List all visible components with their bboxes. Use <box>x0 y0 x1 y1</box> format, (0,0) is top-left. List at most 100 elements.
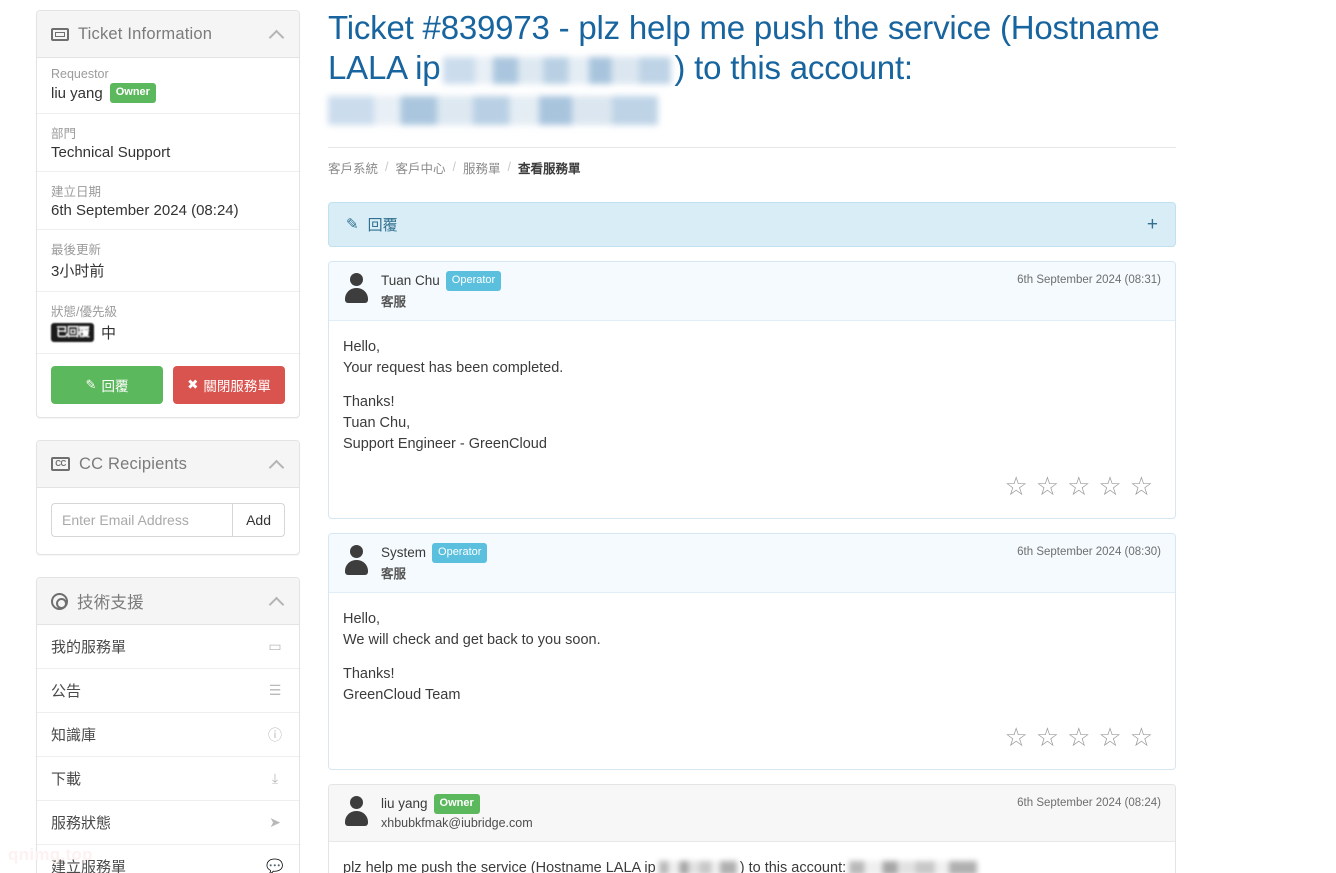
chevron-up-icon[interactable] <box>270 27 285 42</box>
star-icon[interactable]: ☆ <box>1067 471 1098 501</box>
cc-input-group: Add <box>51 503 285 537</box>
cc-recipients-body: Add <box>37 488 299 554</box>
chevron-up-icon[interactable] <box>270 594 285 609</box>
info-value: 3小时前 <box>51 263 105 280</box>
star-icon[interactable]: ☆ <box>1036 471 1067 501</box>
pencil-icon: ✎ <box>85 377 97 392</box>
info-row-department: 部門 Technical Support <box>37 114 299 172</box>
menu-label: 下載 <box>51 771 82 788</box>
reply-button[interactable]: ✎ 回覆 <box>51 366 163 404</box>
requestor-name: liu yang <box>51 84 103 102</box>
page-title-part2: ) to this account: <box>674 49 913 87</box>
pencil-icon: ✎ <box>346 216 359 234</box>
reply-bar-label-group: ✎ 回覆 <box>346 214 1147 235</box>
download-icon: ⤓ <box>271 770 279 786</box>
message-paragraph: Hello, Your request has been completed. <box>343 338 564 376</box>
info-label: 建立日期 <box>51 185 102 199</box>
info-row-status-priority: 狀態/優先級 已回覆 中 <box>37 292 299 354</box>
menu-label: 我的服務單 <box>51 639 127 656</box>
reply-collapse-bar[interactable]: ✎ 回覆 + <box>328 201 1176 247</box>
info-value: liu yang Owner <box>51 83 285 103</box>
star-icon[interactable]: ☆ <box>1004 722 1035 752</box>
star-icon[interactable]: ☆ <box>1004 471 1035 501</box>
message-paragraph: Thanks! GreenCloud Team <box>343 665 461 703</box>
expand-plus-icon[interactable]: + <box>1147 215 1158 234</box>
info-row-last-updated: 最後更新 3小时前 <box>37 230 299 292</box>
cc-recipients-header[interactable]: CC CC Recipients <box>37 441 299 488</box>
avatar <box>343 272 370 303</box>
sidebar-item-network-status[interactable]: 服務狀態 ➤ <box>37 801 299 845</box>
page-title: Ticket #839973 - plz help me push the se… <box>328 8 1176 129</box>
message-date: 6th September 2024 (08:30) <box>1017 545 1161 558</box>
close-ticket-label: 關閉服務單 <box>203 379 271 394</box>
breadcrumb-item-view-ticket: 查看服務單 <box>518 161 581 176</box>
message-header: Tuan Chu Operator 客服 6th September 2024 … <box>329 261 1175 321</box>
message-date: 6th September 2024 (08:31) <box>1017 273 1161 286</box>
message-paragraph: plz help me push the service (Hostname L… <box>343 858 1161 873</box>
page-root: Ticket Information Requestor liu yang Ow… <box>0 0 1336 873</box>
star-icon[interactable]: ☆ <box>1098 471 1129 501</box>
watermark: qnimg.top <box>8 845 93 864</box>
ticket-action-buttons: ✎ 回覆 ✖ 關閉服務單 <box>37 354 299 417</box>
technical-support-title: 技術支援 <box>77 594 144 612</box>
main-content: Ticket #839973 - plz help me push the se… <box>328 8 1176 873</box>
redacted-account <box>849 861 978 873</box>
cc-icon: CC <box>51 457 70 471</box>
cc-recipients-panel: CC CC Recipients Add <box>36 440 300 555</box>
star-icon[interactable]: ☆ <box>1130 471 1161 501</box>
message-author-role: 客服 <box>381 566 407 581</box>
breadcrumb: 客戶系統 / 客戶中心 / 服務單 / 查看服務單 <box>328 158 1176 177</box>
sidebar-item-downloads[interactable]: 下載 ⤓ <box>37 757 299 801</box>
ticket-icon <box>51 27 69 41</box>
message-author-name: liu yang <box>381 796 428 812</box>
breadcrumb-item-customer-system[interactable]: 客戶系統 <box>328 158 378 177</box>
avatar <box>343 544 370 575</box>
breadcrumb-wrap: 客戶系統 / 客戶中心 / 服務單 / 查看服務單 <box>328 146 1176 177</box>
breadcrumb-item-tickets[interactable]: 服務單 <box>463 158 501 177</box>
info-circle-icon: ⓘ <box>268 726 282 743</box>
message-card: Tuan Chu Operator 客服 6th September 2024 … <box>328 260 1176 519</box>
menu-label: 服務狀態 <box>51 815 112 832</box>
ticket-information-panel: Ticket Information Requestor liu yang Ow… <box>36 10 300 418</box>
info-value: 已回覆 中 <box>51 322 285 343</box>
star-icon[interactable]: ☆ <box>1130 722 1161 752</box>
cc-add-button[interactable]: Add <box>232 503 285 537</box>
star-icon[interactable]: ☆ <box>1067 722 1098 752</box>
message-author-name-row: Tuan Chu Operator <box>381 270 1006 291</box>
message-card: System Operator 客服 6th September 2024 (0… <box>328 532 1176 770</box>
message-date: 6th September 2024 (08:24) <box>1017 796 1161 809</box>
info-label: 部門 <box>51 127 77 141</box>
technical-support-panel: 技術支援 我的服務單 ▭ 公告 ☰ 知識庫 ⓘ 下載 ⤓ 服務狀態 ➤ 建立服務… <box>36 577 300 873</box>
technical-support-header[interactable]: 技術支援 <box>37 578 299 625</box>
reply-button-label: 回覆 <box>101 379 129 394</box>
menu-label: 知識庫 <box>51 727 97 744</box>
message-text-mid: ) to this account: <box>739 859 847 873</box>
redacted-ip <box>658 861 737 873</box>
status-badge: 已回覆 <box>51 323 95 342</box>
message-body: Hello, Your request has been completed. … <box>329 321 1175 465</box>
avatar <box>343 795 370 826</box>
message-paragraph: Thanks! Tuan Chu, Support Engineer - Gre… <box>343 393 547 452</box>
sidebar-item-announcements[interactable]: 公告 ☰ <box>37 669 299 713</box>
comments-icon: 💬 <box>266 858 284 873</box>
message-author-role: 客服 <box>381 294 407 309</box>
close-ticket-button[interactable]: ✖ 關閉服務單 <box>173 366 285 404</box>
chevron-up-icon[interactable] <box>270 457 285 472</box>
message-author-email: xhbubkfmak@iubridge.com <box>381 815 533 830</box>
owner-badge: Owner <box>109 83 156 103</box>
message-header: liu yang Owner xhbubkfmak@iubridge.com 6… <box>329 784 1175 842</box>
ticket-information-title: Ticket Information <box>78 24 213 43</box>
message-author-meta: Tuan Chu Operator 客服 <box>381 270 1006 311</box>
message-paragraph: Hello, We will check and get back to you… <box>343 610 601 648</box>
star-icon[interactable]: ☆ <box>1036 722 1067 752</box>
cc-email-input[interactable] <box>51 503 233 537</box>
message-card: liu yang Owner xhbubkfmak@iubridge.com 6… <box>328 783 1176 873</box>
operator-badge: Operator <box>445 270 502 291</box>
breadcrumb-item-client-area[interactable]: 客戶中心 <box>396 158 446 177</box>
star-icon[interactable]: ☆ <box>1098 722 1129 752</box>
ticket-information-header[interactable]: Ticket Information <box>37 11 299 58</box>
sidebar-item-knowledgebase[interactable]: 知識庫 ⓘ <box>37 713 299 757</box>
reply-bar-label: 回覆 <box>367 216 398 234</box>
message-author-name: System <box>381 545 427 561</box>
sidebar-item-my-tickets[interactable]: 我的服務單 ▭ <box>37 625 299 669</box>
